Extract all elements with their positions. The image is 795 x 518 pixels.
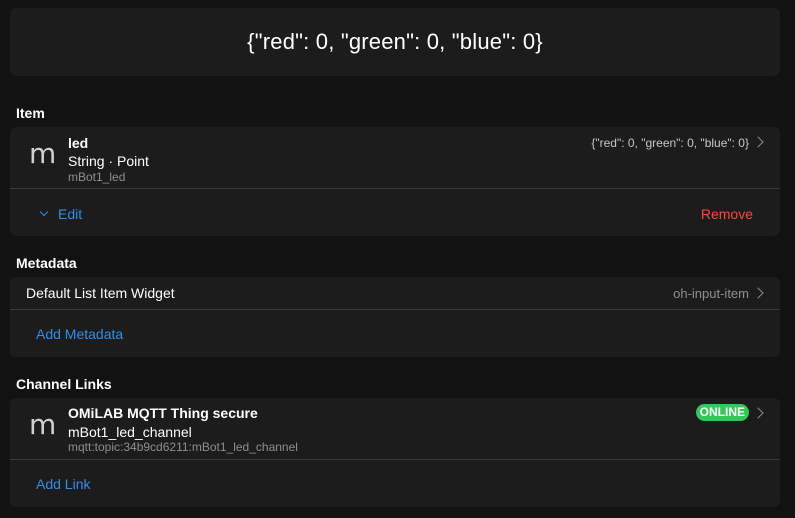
channel-uid: mqtt:topic:34b9cd6211:mBot1_led_channel — [68, 440, 298, 454]
chevron-down-icon — [39, 207, 49, 217]
channel-link-row[interactable]: m OMiLAB MQTT Thing secure mBot1_led_cha… — [10, 398, 780, 459]
add-metadata-button[interactable]: Add Metadata — [36, 326, 123, 342]
item-card: m led String · Point mBot1_led {"red": 0… — [10, 127, 780, 236]
item-name: led — [68, 135, 89, 151]
divider — [10, 309, 780, 310]
section-title-metadata: Metadata — [16, 255, 77, 271]
chevron-right-icon — [752, 407, 764, 419]
section-title-item: Item — [16, 105, 45, 121]
item-state-display: {"red": 0, "green": 0, "blue": 0} — [247, 29, 543, 54]
metadata-card: Default List Item Widget oh-input-item A… — [10, 277, 780, 357]
status-badge: ONLINE — [695, 404, 749, 421]
item-label: mBot1_led — [68, 170, 126, 184]
chevron-right-icon — [752, 287, 764, 299]
item-row[interactable]: m led String · Point mBot1_led {"red": 0… — [10, 127, 780, 188]
chevron-right-icon — [752, 136, 764, 148]
channel-links-card: m OMiLAB MQTT Thing secure mBot1_led_cha… — [10, 398, 780, 507]
divider — [10, 188, 780, 189]
state-card: {"red": 0, "green": 0, "blue": 0} — [10, 8, 780, 76]
divider — [10, 459, 780, 460]
channel-name: mBot1_led_channel — [68, 424, 192, 440]
item-avatar: m — [29, 137, 57, 170]
metadata-widget-row[interactable]: Default List Item Widget oh-input-item — [10, 277, 780, 309]
metadata-widget-value: oh-input-item — [673, 286, 749, 301]
edit-button[interactable]: Edit — [58, 206, 82, 222]
channel-thing-name: OMiLAB MQTT Thing secure — [68, 405, 258, 421]
add-link-button[interactable]: Add Link — [36, 476, 90, 492]
remove-button[interactable]: Remove — [701, 206, 753, 222]
metadata-widget-label: Default List Item Widget — [26, 285, 175, 301]
item-type: String · Point — [68, 153, 149, 169]
item-state-value: {"red": 0, "green": 0, "blue": 0} — [591, 136, 749, 150]
section-title-channel-links: Channel Links — [16, 376, 112, 392]
channel-avatar: m — [29, 408, 57, 441]
